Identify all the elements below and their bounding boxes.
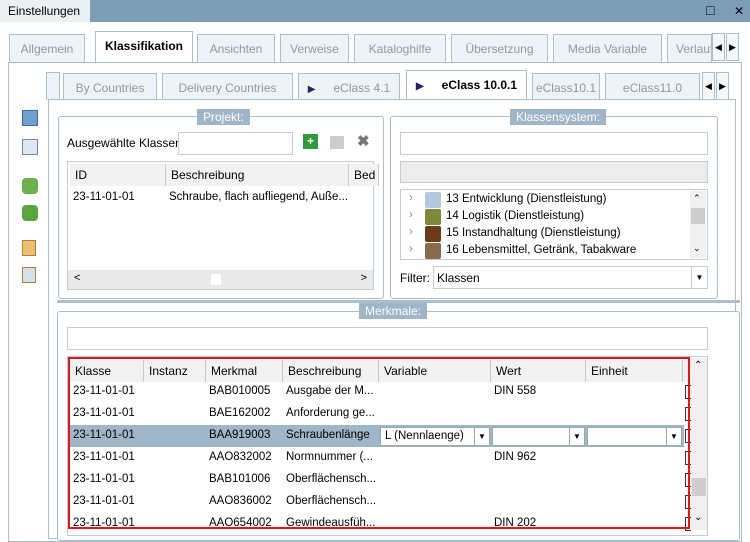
klassensystem-tree: › 13 Entwicklung (Dienstleistung) › 14 Logi… <box>400 189 708 260</box>
tab-scroll-right-button[interactable]: ▶ <box>726 33 739 61</box>
tab-klassifikation[interactable]: Klassifikation <box>95 31 193 63</box>
sub-tab-eclass11-0[interactable]: eClass11.0 <box>605 73 700 101</box>
save-icon[interactable] <box>22 110 38 126</box>
highlight-frame <box>68 357 690 529</box>
category-thumbnail-icon <box>425 192 441 208</box>
title-bar <box>0 0 750 22</box>
table-add-icon[interactable] <box>22 139 38 155</box>
tree-item[interactable]: 15 Instandhaltung (Dienstleistung) <box>446 227 621 239</box>
tab-media-variable[interactable]: Media Variable <box>553 34 662 62</box>
subtab-scroll-left-button[interactable]: ◀ <box>702 72 715 100</box>
projekt-table: ID Beschreibung Bed 23-11-01-01 Schraube, fl… <box>67 161 379 290</box>
sub-tab-eclass10-1[interactable]: eClass10.1 <box>532 73 600 101</box>
merkmale-search-input[interactable] <box>67 327 708 350</box>
tab-verweise[interactable]: Verweise <box>280 34 349 62</box>
subtab-scroll-right-button[interactable]: ▶ <box>716 72 729 100</box>
column-header-id[interactable]: ID <box>70 164 166 186</box>
sub-tab-label: eClass10.1 <box>535 81 597 95</box>
edit-class-icon[interactable] <box>330 136 344 149</box>
delete-class-icon[interactable]: ✖ <box>357 132 370 150</box>
column-header-beschreibung[interactable]: Beschreibung <box>166 164 349 186</box>
puzzle-warning-icon[interactable] <box>22 178 38 194</box>
selected-classes-label: Ausgewählte Klassen <box>67 136 182 150</box>
tree-item[interactable]: 16 Lebensmittel, Getränk, Tabakware <box>446 244 636 256</box>
filter-select[interactable]: Klassen ▼ <box>433 266 708 289</box>
add-class-icon[interactable]: + <box>303 134 318 149</box>
klassensystem-title: Klassensystem: <box>510 109 607 125</box>
expand-chevron-icon[interactable]: › <box>409 192 413 204</box>
sub-tab-eclass-4-1[interactable]: ▶ eClass 4.1 <box>298 73 400 101</box>
edit-document-icon[interactable] <box>22 240 36 256</box>
tab-übersetzung[interactable]: Übersetzung <box>451 34 548 62</box>
tab-verlauf[interactable]: Verlauf <box>667 34 712 62</box>
projekt-title: Projekt: <box>197 109 250 125</box>
scrollbar-thumb[interactable] <box>211 274 221 285</box>
category-thumbnail-icon <box>425 209 441 225</box>
merkmale-title: Merkmale: <box>359 303 428 319</box>
merkmale-scrollbar[interactable]: ⌃ ⌄ <box>691 358 707 530</box>
klassensystem-search-input[interactable] <box>400 132 708 155</box>
expand-chevron-icon[interactable]: › <box>409 226 413 238</box>
export-document-icon[interactable] <box>22 267 36 283</box>
tab-allgemein[interactable]: Allgemein <box>9 34 85 62</box>
category-thumbnail-icon <box>425 226 441 242</box>
triangle-right-icon: ▶ <box>415 81 424 92</box>
expand-chevron-icon[interactable]: › <box>409 243 413 255</box>
scrollbar-thumb[interactable] <box>692 478 706 496</box>
tree-item[interactable]: 14 Logistik (Dienstleistung) <box>446 210 584 222</box>
filter-label: Filter: <box>400 271 430 285</box>
expand-chevron-icon[interactable]: › <box>409 209 413 221</box>
sub-tab-label: eClass 10.0.1 <box>441 78 518 92</box>
triangle-right-icon: ▶ <box>307 84 316 95</box>
sub-tab-label: eClass11.0 <box>622 81 683 95</box>
filter-value: Klassen <box>437 271 480 285</box>
sub-tab-by-countries[interactable]: By Countries <box>63 73 157 101</box>
sub-tab-label: eClass 4.1 <box>333 81 391 95</box>
maximize-icon[interactable]: □ <box>706 2 714 18</box>
row-description: Schraube, flach aufliegend, Auße... <box>169 191 349 203</box>
sub-tab-partial[interactable] <box>46 72 60 100</box>
column-header-bed[interactable]: Bed <box>349 164 379 186</box>
category-thumbnail-icon <box>425 243 441 259</box>
puzzle-export-icon[interactable] <box>22 205 38 221</box>
horizontal-scrollbar[interactable]: < > <box>68 270 373 289</box>
window-title: Einstellungen <box>0 0 90 22</box>
chevron-down-icon[interactable]: ▼ <box>691 267 707 288</box>
sub-tab-eclass-10-0-1[interactable]: ▶ eClass 10.0.1 <box>406 70 527 102</box>
close-icon[interactable]: ✕ <box>734 4 744 18</box>
tab-kataloghilfe[interactable]: Kataloghilfe <box>354 34 446 62</box>
row-id: 23-11-01-01 <box>73 191 135 203</box>
sub-tab-delivery-countries[interactable]: Delivery Countries <box>162 73 293 101</box>
klassensystem-path-bar <box>400 161 708 183</box>
tree-scrollbar[interactable]: ⌃ ⌄ <box>690 191 706 258</box>
tab-scroll-left-button[interactable]: ◀ <box>712 33 725 61</box>
selected-classes-input[interactable] <box>178 132 293 155</box>
tree-item[interactable]: 13 Entwicklung (Dienstleistung) <box>446 193 606 205</box>
tab-ansichten[interactable]: Ansichten <box>197 34 275 62</box>
sub-tab-label: By Countries <box>75 81 145 95</box>
sub-tab-label: Delivery Countries <box>178 81 277 95</box>
